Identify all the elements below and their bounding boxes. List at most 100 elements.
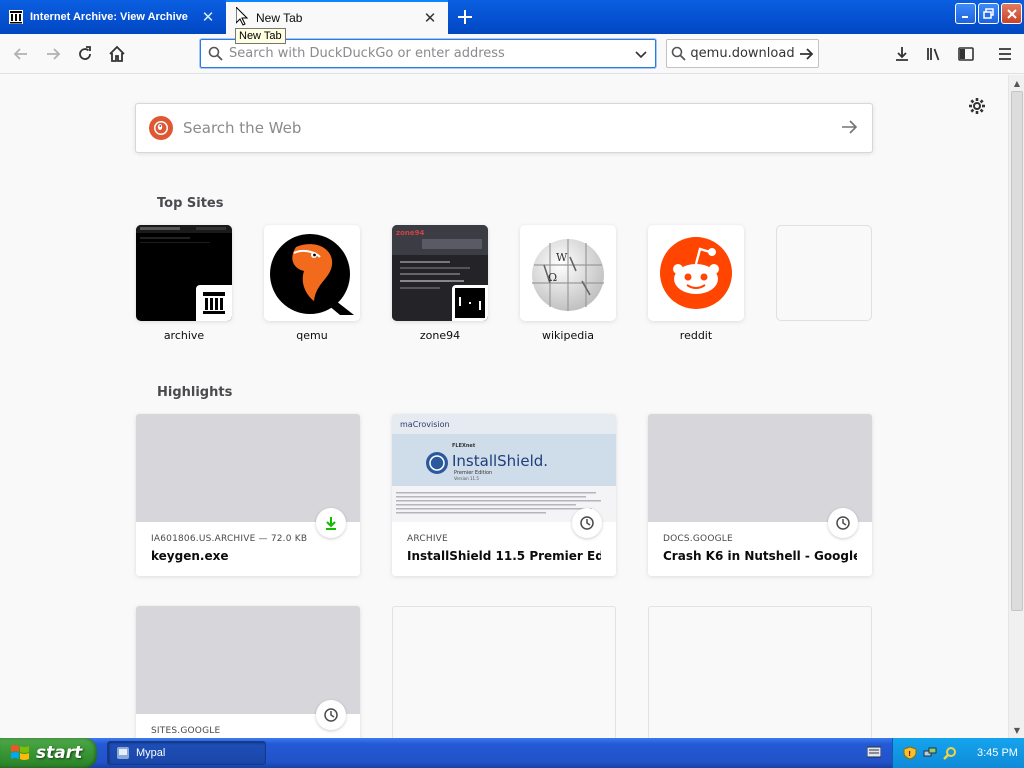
search-go-icon[interactable] — [795, 46, 818, 62]
vertical-scrollbar[interactable]: ▲ ▼ — [1008, 75, 1024, 738]
top-site-label: wikipedia — [541, 329, 594, 342]
preview-text: FLEXnet — [452, 443, 476, 449]
arrow-right-icon[interactable] — [840, 118, 858, 139]
windows-logo-icon — [11, 745, 29, 760]
top-site-thumbnail: W Ω — [520, 225, 616, 321]
top-site-archive[interactable]: archive — [136, 225, 232, 342]
system-tray: ! 3:45 PM — [892, 738, 1024, 768]
top-site-zone94[interactable]: zone94 zone94 — [392, 225, 488, 342]
downloads-button[interactable] — [889, 41, 915, 67]
archive-logo-icon — [196, 285, 232, 321]
tab-strip: Internet Archive: View Archive ✕ New Tab… — [0, 0, 1024, 34]
security-shield-icon[interactable]: ! — [903, 746, 917, 760]
scroll-down-arrow-icon[interactable]: ▼ — [1009, 722, 1024, 738]
top-site-thumbnail — [648, 225, 744, 321]
forward-button[interactable] — [40, 41, 66, 67]
preview-text: InstallShield. — [452, 452, 548, 470]
clock: 3:45 PM — [977, 747, 1018, 759]
top-site-thumbnail — [264, 225, 360, 321]
card-source: DOCS.GOOGLE — [663, 534, 733, 544]
card-preview — [136, 606, 360, 714]
svg-text:!: ! — [908, 750, 911, 758]
zone94-logo-text: zone94 — [396, 229, 424, 237]
top-site-label: reddit — [679, 329, 713, 342]
wikipedia-glyph: Ω — [548, 271, 557, 284]
search-icon — [667, 46, 690, 61]
menu-hamburger-icon[interactable] — [992, 41, 1018, 67]
preview-text: maCrovision — [400, 420, 450, 429]
back-button[interactable] — [8, 41, 34, 67]
qemu-logo-icon — [270, 234, 354, 315]
mouse-cursor-icon — [236, 7, 248, 26]
top-site-thumbnail: zone94 — [392, 225, 488, 321]
card-source: IA601806.US.ARCHIVE — 72.0 KB — [151, 534, 308, 544]
window-controls — [955, 3, 1022, 24]
sidebar-toggle-button[interactable] — [953, 41, 979, 67]
empty-highlight-slot — [392, 606, 616, 738]
installshield-screenshot: maCrovision FLEXnet InstallShield. Premi… — [392, 414, 616, 522]
reload-button[interactable] — [72, 41, 98, 67]
highlight-card[interactable]: SITES.GOOGLE — [136, 606, 360, 738]
card-title: InstallShield 11.5 Premier Editio... — [407, 549, 601, 563]
taskbar: start Mypal ! 3:45 PM — [0, 738, 1024, 768]
empty-tile — [776, 225, 872, 321]
navigation-toolbar: qemu.download — [0, 34, 1024, 74]
address-input[interactable] — [229, 46, 627, 61]
close-tab-icon[interactable]: ✕ — [198, 7, 218, 27]
close-window-button[interactable] — [1001, 3, 1022, 24]
top-site-reddit[interactable]: reddit — [648, 225, 744, 342]
search-icon — [201, 46, 229, 61]
search-box-value[interactable]: qemu.download — [690, 46, 794, 61]
top-site-empty-slot[interactable] — [776, 225, 872, 329]
minimize-button[interactable] — [955, 3, 976, 24]
mypal-app-icon — [117, 747, 129, 759]
close-tab-icon[interactable]: ✕ — [420, 8, 440, 28]
pong-icon — [452, 285, 488, 321]
highlight-card[interactable]: DOCS.GOOGLE Crash K6 in Nutshell - Googl… — [648, 414, 872, 576]
search-icon[interactable] — [943, 746, 957, 760]
highlight-card[interactable]: IA601806.US.ARCHIVE — 72.0 KB keygen.exe — [136, 414, 360, 576]
start-label: start — [36, 743, 83, 763]
archive-favicon-icon — [8, 9, 24, 25]
card-preview — [648, 414, 872, 522]
taskbar-item-label: Mypal — [136, 747, 166, 759]
library-button[interactable] — [921, 41, 947, 67]
scroll-thumb[interactable] — [1011, 91, 1023, 611]
chevron-down-icon[interactable] — [627, 47, 655, 61]
wikipedia-glyph: W — [556, 251, 568, 264]
keyboard-layout-icon[interactable] — [867, 746, 881, 758]
restore-button[interactable] — [978, 3, 999, 24]
highlight-card[interactable]: maCrovision FLEXnet InstallShield. Premi… — [392, 414, 616, 576]
top-site-wikipedia[interactable]: W Ω wikipedia — [520, 225, 616, 342]
tab-label: New Tab — [256, 11, 303, 25]
card-title: Crash K6 in Nutshell - Google Docs — [663, 549, 857, 563]
clock-icon — [572, 508, 602, 538]
installshield-preview: maCrovision FLEXnet InstallShield. Premi… — [392, 414, 616, 522]
preview-text: Version 11.5 — [454, 476, 479, 481]
highlights-heading: Highlights — [157, 385, 233, 400]
tab-tooltip: New Tab — [235, 28, 286, 44]
card-preview — [136, 414, 360, 522]
card-source: SITES.GOOGLE — [151, 726, 221, 736]
new-tab-button[interactable] — [452, 5, 478, 29]
web-search-placeholder[interactable]: Search the Web — [183, 119, 840, 137]
search-box[interactable]: qemu.download — [666, 39, 819, 68]
card-title: keygen.exe — [151, 549, 229, 563]
home-button[interactable] — [104, 41, 130, 67]
gear-icon[interactable] — [966, 95, 988, 117]
top-site-qemu[interactable]: qemu — [264, 225, 360, 342]
start-button[interactable]: start — [0, 738, 97, 768]
tab-label: Internet Archive: View Archive — [30, 11, 188, 23]
reddit-logo-icon — [660, 237, 732, 309]
clock-icon — [828, 508, 858, 538]
card-source: ARCHIVE — [407, 534, 448, 544]
taskbar-item-mypal[interactable]: Mypal — [107, 741, 266, 765]
scroll-up-arrow-icon[interactable]: ▲ — [1009, 75, 1024, 91]
duckduckgo-logo-icon — [149, 116, 173, 140]
web-search-box[interactable]: Search the Web — [135, 103, 873, 153]
top-site-label: archive — [163, 329, 205, 342]
tab-internet-archive[interactable]: Internet Archive: View Archive ✕ — [0, 0, 226, 34]
new-tab-page: Search the Web Top Sites archive qemu zo… — [0, 75, 1008, 738]
network-icon[interactable] — [923, 746, 937, 760]
top-sites-heading: Top Sites — [157, 196, 224, 211]
